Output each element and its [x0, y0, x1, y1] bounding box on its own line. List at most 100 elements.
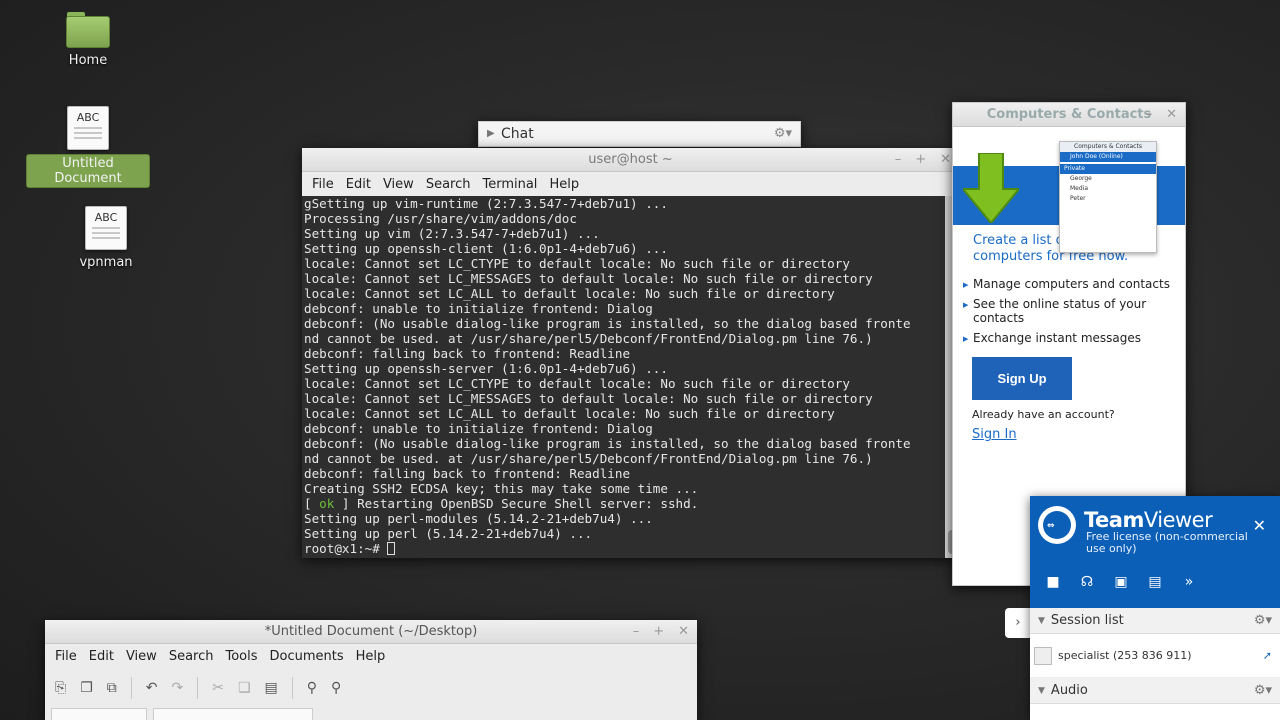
- expand-arrow-icon[interactable]: ▶: [487, 128, 495, 139]
- minimize-icon[interactable]: –: [1146, 103, 1153, 127]
- copy-icon[interactable]: ❏: [238, 680, 251, 696]
- desktop-icon-label: vpnman: [79, 255, 133, 270]
- teamviewer-brand: TeamViewer: [1084, 508, 1213, 532]
- terminal-line: debconf: unable to initialize frontend: …: [304, 421, 653, 436]
- gedit-menu-edit[interactable]: Edit: [83, 649, 120, 664]
- minimize-icon[interactable]: –: [895, 148, 902, 172]
- feature-list: Manage computers and contacts See the on…: [953, 265, 1185, 346]
- maximize-icon[interactable]: +: [915, 148, 926, 172]
- gedit-menu-documents[interactable]: Documents: [264, 649, 350, 664]
- teamviewer-toolbar: ■ ☊ ▣ ▤ »: [1042, 574, 1200, 590]
- chat-panel[interactable]: ▶ Chat ⚙▾: [478, 121, 801, 147]
- terminal-line: debconf: (No usable dialog-like program …: [304, 316, 911, 331]
- terminal-menu-help[interactable]: Help: [543, 177, 585, 192]
- pointer-icon[interactable]: ➚: [1263, 649, 1272, 662]
- terminal-menu-view[interactable]: View: [377, 177, 420, 192]
- terminal-line: Setting up openssh-client (1:6.0p1-4+deb…: [304, 241, 668, 256]
- save-icon[interactable]: ⧉: [107, 680, 117, 696]
- desktop-icon-label: Untitled Document: [26, 154, 150, 188]
- terminal-line: Setting up vim (2:7.3.547-7+deb7u1) ...: [304, 226, 600, 241]
- teamviewer-panel: ⇔ TeamViewer Free license (non-commercia…: [1030, 496, 1280, 720]
- terminal-menu-terminal[interactable]: Terminal: [476, 177, 543, 192]
- tab[interactable]: [153, 708, 313, 720]
- open-icon[interactable]: ❐: [80, 680, 93, 696]
- more-chevrons-icon[interactable]: »: [1178, 574, 1200, 590]
- list-item: Manage computers and contacts: [963, 277, 1185, 292]
- cut-icon[interactable]: ✂: [212, 680, 224, 696]
- window-title: Computers & Contacts: [986, 107, 1152, 122]
- list-item: See the online status of your contacts: [963, 297, 1185, 325]
- terminal-menu-edit[interactable]: Edit: [340, 177, 377, 192]
- search-icon[interactable]: ⚲: [307, 680, 317, 696]
- window-title: user@host ~: [588, 152, 673, 167]
- close-icon[interactable]: ✕: [678, 620, 689, 644]
- terminal-line: locale: Cannot set LC_CTYPE to default l…: [304, 256, 850, 271]
- terminal-menu-file[interactable]: File: [306, 177, 340, 192]
- new-document-icon[interactable]: ⎘: [55, 680, 66, 696]
- headset-icon[interactable]: ☊: [1076, 574, 1098, 590]
- gear-icon[interactable]: ⚙▾: [774, 126, 792, 141]
- document-tabs: [45, 708, 697, 720]
- terminal-line: debconf: unable to initialize frontend: …: [304, 301, 653, 316]
- files-icon[interactable]: ▤: [1144, 574, 1166, 590]
- tab[interactable]: [51, 708, 147, 720]
- terminal-line: [ ok ] Restarting OpenBSD Secure Shell s…: [304, 496, 699, 511]
- list-item: Exchange instant messages: [963, 331, 1185, 346]
- gedit-menu-view[interactable]: View: [120, 649, 163, 664]
- chat-bubbles-icon[interactable]: ▣: [1110, 574, 1132, 590]
- terminal-line: locale: Cannot set LC_ALL to default loc…: [304, 406, 835, 421]
- sign-up-button[interactable]: Sign Up: [972, 357, 1072, 400]
- terminal-prompt[interactable]: root@x1:~#: [304, 541, 943, 556]
- terminal-screen[interactable]: gSetting up vim-runtime (2:7.3.547-7+deb…: [302, 196, 945, 558]
- text-document-icon: ABC: [85, 206, 127, 250]
- editor-titlebar[interactable]: *Untitled Document (~/Desktop) – + ✕: [45, 620, 697, 644]
- panel-collapse-chevron-icon[interactable]: ›: [1005, 608, 1031, 638]
- gear-icon[interactable]: ⚙▾: [1254, 683, 1272, 698]
- terminal-line: Processing /usr/share/vim/addons/doc: [304, 211, 577, 226]
- video-camera-icon[interactable]: ■: [1042, 574, 1064, 590]
- search-replace-icon[interactable]: ⚲: [331, 680, 341, 696]
- terminal-line: gSetting up vim-runtime (2:7.3.547-7+deb…: [304, 196, 668, 211]
- teamviewer-header: ⇔ TeamViewer Free license (non-commercia…: [1030, 496, 1280, 608]
- close-icon[interactable]: ✕: [1166, 103, 1177, 127]
- gear-icon[interactable]: ⚙▾: [1254, 613, 1272, 628]
- avatar: [1034, 646, 1052, 665]
- terminal-window: user@host ~ – + ✕ File Edit View Search Term…: [302, 148, 959, 558]
- gedit-menu-help[interactable]: Help: [350, 649, 392, 664]
- session-list-header[interactable]: ▼ Session list ⚙▾: [1030, 608, 1280, 634]
- redo-icon[interactable]: ↷: [172, 680, 184, 696]
- gedit-menu-search[interactable]: Search: [163, 649, 220, 664]
- terminal-line: Setting up perl (5.14.2-21+deb7u4) ...: [304, 526, 593, 541]
- gedit-menu-file[interactable]: File: [49, 649, 83, 664]
- chat-label: Chat: [501, 126, 534, 142]
- editor-menubar: File Edit View Search Tools Documents Help: [45, 644, 697, 668]
- editor-toolbar: ⎘ ❐ ⧉ ↶ ↷ ✂ ❏ ▤ ⚲ ⚲: [45, 668, 697, 708]
- paste-icon[interactable]: ▤: [265, 680, 278, 696]
- maximize-icon[interactable]: +: [653, 620, 664, 644]
- gedit-menu-tools[interactable]: Tools: [219, 649, 263, 664]
- audio-header[interactable]: ▼ Audio ⚙▾: [1030, 678, 1280, 704]
- contacts-titlebar[interactable]: Computers & Contacts – ✕: [953, 103, 1185, 127]
- terminal-line: nd cannot be used. at /usr/share/perl5/D…: [304, 451, 873, 466]
- terminal-line: locale: Cannot set LC_CTYPE to default l…: [304, 376, 850, 391]
- close-icon[interactable]: ✕: [1253, 516, 1266, 535]
- close-icon[interactable]: ✕: [940, 148, 951, 172]
- desktop-icon-vpnman[interactable]: ABC vpnman: [44, 206, 168, 271]
- desktop-icon-untitled-document[interactable]: ABC Untitled Document: [26, 106, 150, 188]
- sign-in-link[interactable]: Sign In: [953, 421, 1185, 442]
- already-have-account-text: Already have an account?: [972, 408, 1115, 421]
- terminal-titlebar[interactable]: user@host ~ – + ✕: [302, 148, 959, 172]
- terminal-line: debconf: falling back to frontend: Readl…: [304, 346, 631, 361]
- session-list-item[interactable]: specialist (253 836 911) ➚: [1030, 634, 1280, 678]
- terminal-line: locale: Cannot set LC_MESSAGES to defaul…: [304, 391, 873, 406]
- terminal-menu-search[interactable]: Search: [420, 177, 477, 192]
- ok-status: ok: [319, 496, 335, 511]
- minimize-icon[interactable]: –: [633, 620, 640, 644]
- undo-icon[interactable]: ↶: [146, 680, 158, 696]
- desktop-icon-home[interactable]: Home: [26, 12, 150, 69]
- terminal-line: debconf: (No usable dialog-like program …: [304, 436, 911, 451]
- terminal-line: debconf: falling back to frontend: Readl…: [304, 466, 631, 481]
- home-folder-icon: [66, 12, 110, 48]
- text-cursor: [387, 542, 396, 555]
- text-editor-window: *Untitled Document (~/Desktop) – + ✕ Fil…: [45, 620, 697, 720]
